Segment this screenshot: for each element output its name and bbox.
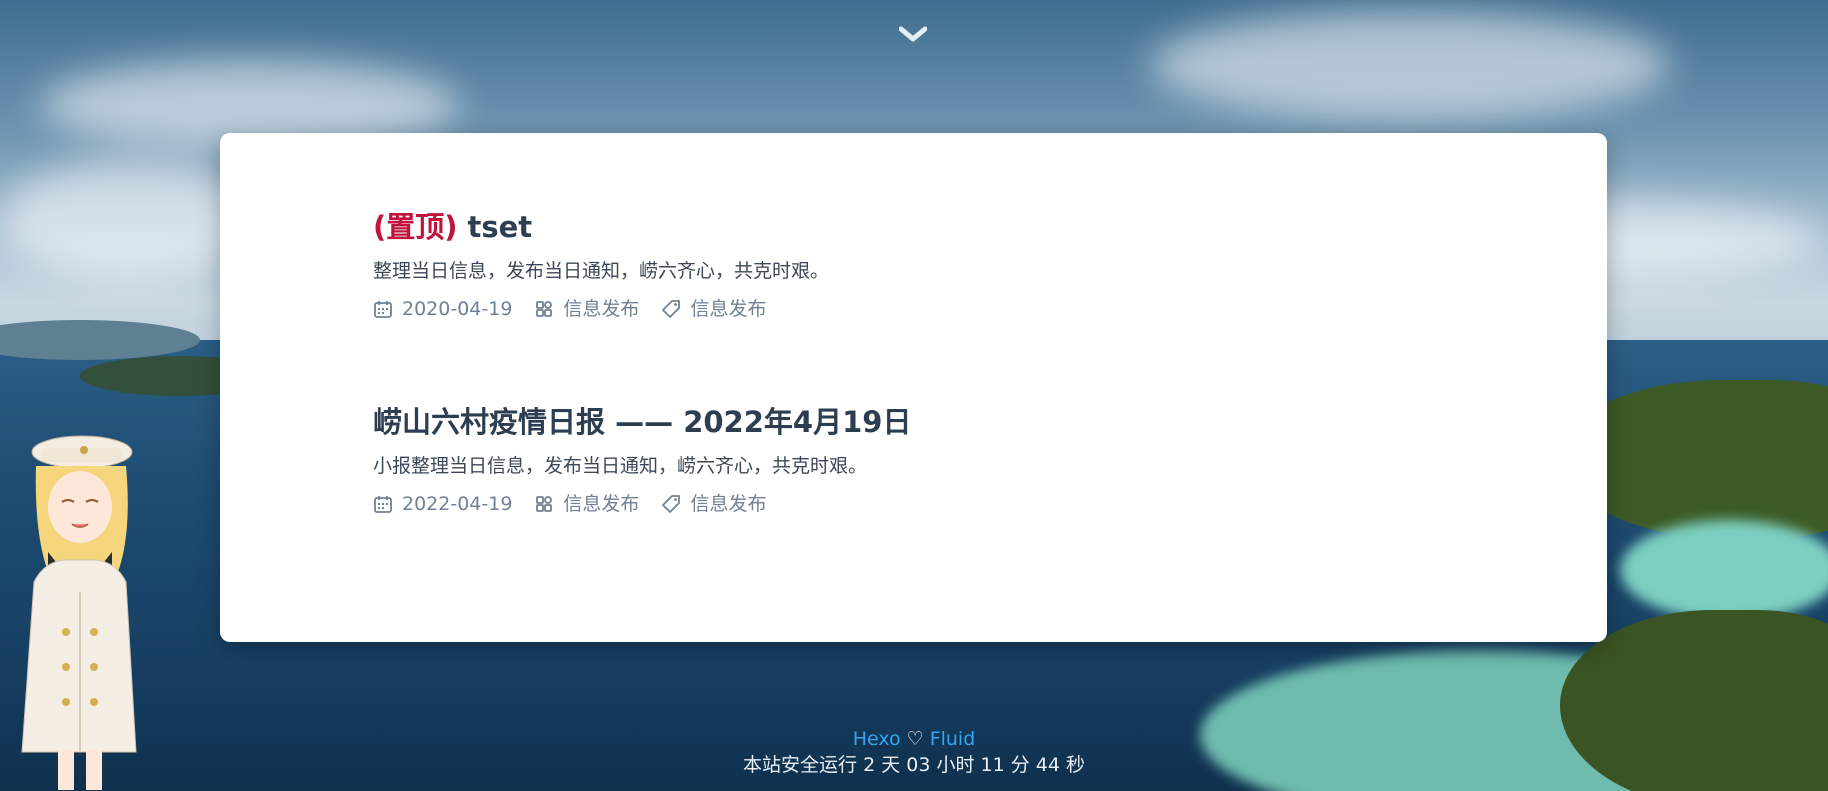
post-item: (置顶) tset 整理当日信息，发布当日通知，崂六齐心，共克时艰。 2020-0… [373, 207, 1273, 323]
post-tag-text: 信息发布 [690, 493, 767, 515]
post-meta: 2022-04-19 信息发布 信息发布 [373, 490, 1273, 518]
footer-links: Hexo ♡ Fluid [0, 726, 1828, 752]
calendar-icon [373, 299, 393, 319]
post-item: 崂山六村疫情日报 —— 2022年4月19日 小报整理当日信息，发布当日通知，崂… [373, 402, 1273, 518]
post-date: 2020-04-19 [373, 295, 512, 323]
post-tag-link[interactable]: 信息发布 [661, 490, 766, 518]
post-title-text: tset [467, 210, 533, 244]
category-icon [534, 494, 554, 514]
tag-icon [661, 494, 681, 514]
post-title-link[interactable]: 崂山六村疫情日报 —— 2022年4月19日 [373, 402, 1273, 442]
hexo-link[interactable]: Hexo [853, 726, 901, 752]
calendar-icon [373, 494, 393, 514]
heart-icon: ♡ [906, 728, 924, 750]
pinned-label: (置顶) [373, 210, 458, 244]
post-excerpt: 小报整理当日信息，发布当日通知，崂六齐心，共克时艰。 [373, 455, 868, 477]
post-date-text: 2020-04-19 [402, 298, 513, 320]
post-excerpt: 整理当日信息，发布当日通知，崂六齐心，共克时艰。 [373, 260, 830, 282]
post-category-link[interactable]: 信息发布 [534, 295, 639, 323]
post-date: 2022-04-19 [373, 490, 512, 518]
tag-icon [661, 299, 681, 319]
fluid-link[interactable]: Fluid [930, 726, 976, 752]
post-category-link[interactable]: 信息发布 [534, 490, 639, 518]
post-list-card: (置顶) tset 整理当日信息，发布当日通知，崂六齐心，共克时艰。 2020-0… [220, 133, 1607, 642]
post-meta: 2020-04-19 信息发布 信息发布 [373, 295, 1273, 323]
post-category-text: 信息发布 [563, 298, 640, 320]
post-tag-link[interactable]: 信息发布 [661, 295, 766, 323]
lagoon [1620, 520, 1828, 620]
post-title-link[interactable]: (置顶) tset [373, 207, 1273, 247]
scroll-down-button[interactable] [898, 25, 928, 47]
footer: Hexo ♡ Fluid 本站安全运行 2 天 03 小时 11 分 44 秒 [0, 726, 1828, 778]
chevron-down-icon [898, 25, 928, 47]
cloud [1150, 10, 1670, 120]
category-icon [534, 299, 554, 319]
site-uptime: 本站安全运行 2 天 03 小时 11 分 44 秒 [743, 754, 1085, 776]
post-tag-text: 信息发布 [690, 298, 767, 320]
post-date-text: 2022-04-19 [402, 493, 513, 515]
post-category-text: 信息发布 [563, 493, 640, 515]
